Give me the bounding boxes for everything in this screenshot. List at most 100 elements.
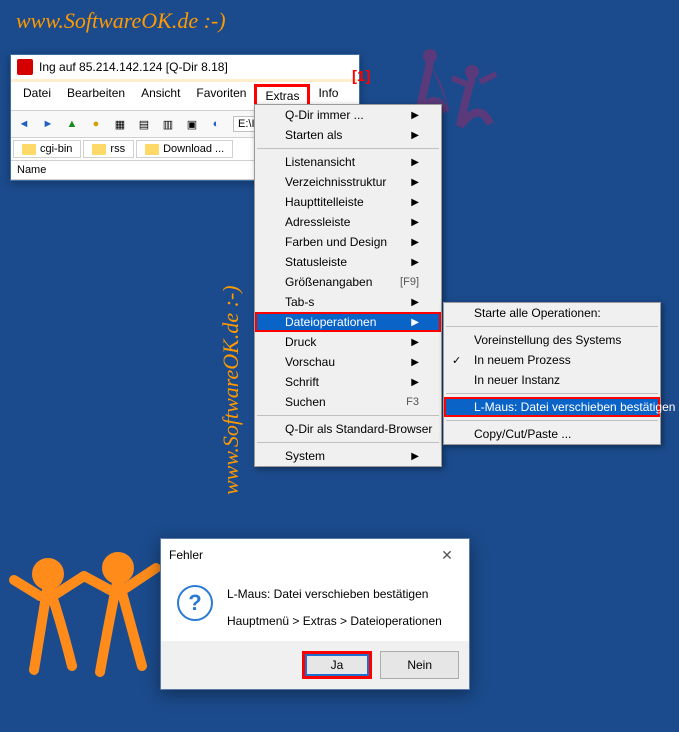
extras-menu: Q-Dir immer ... ▶ Starten als ▶ Listenansi… <box>254 104 442 467</box>
mi-label: System <box>285 449 325 463</box>
mi-label: Schrift <box>285 375 319 389</box>
layout1-icon[interactable]: ▦ <box>109 113 131 135</box>
mi-label: Q-Dir immer ... <box>285 108 364 122</box>
chevron-right-icon: ▶ <box>411 451 419 462</box>
tab-download[interactable]: Download ... <box>136 140 233 158</box>
mi-label: In neuer Instanz <box>474 373 560 387</box>
tab-rss[interactable]: rss <box>83 140 134 158</box>
smi-voreinstellung[interactable]: Voreinstellung des Systems <box>444 330 660 350</box>
nav-fwd-icon[interactable]: ► <box>37 113 59 135</box>
mi-verzeichnis[interactable]: Verzeichnisstruktur ▶ <box>255 172 441 192</box>
close-icon[interactable]: ✕ <box>433 545 461 565</box>
mi-starten-als[interactable]: Starten als ▶ <box>255 125 441 145</box>
error-dialog: Fehler ✕ ? L-Maus: Datei verschieben bes… <box>160 538 470 690</box>
layout3-icon[interactable]: ▥ <box>157 113 179 135</box>
smi-copycut[interactable]: Copy/Cut/Paste ... <box>444 424 660 444</box>
mi-druck[interactable]: Druck ▶ <box>255 332 441 352</box>
mi-qdir-immer[interactable]: Q-Dir immer ... ▶ <box>255 105 441 125</box>
chevron-right-icon: ▶ <box>411 130 419 141</box>
chevron-right-icon: ▶ <box>411 337 419 348</box>
menu-bearbeiten[interactable]: Bearbeiten <box>59 84 133 108</box>
mi-shortcut: F3 <box>406 396 419 408</box>
mi-farben[interactable]: Farben und Design ▶ <box>255 232 441 252</box>
smi-starte-alle[interactable]: Starte alle Operationen: <box>444 303 660 323</box>
watermark-side: www.SoftwareOK.de :-) <box>218 285 244 495</box>
globe-icon[interactable]: ● <box>85 113 107 135</box>
nein-button[interactable]: Nein <box>380 651 459 679</box>
app-icon <box>17 59 33 75</box>
smi-neuer-prozess[interactable]: ✓In neuem Prozess <box>444 350 660 370</box>
ja-button[interactable]: Ja <box>302 651 373 679</box>
nav-up-icon[interactable]: ▲ <box>61 113 83 135</box>
mi-label: Listenansicht <box>285 155 355 169</box>
menu-separator <box>446 326 658 327</box>
menu-ansicht[interactable]: Ansicht <box>133 84 188 108</box>
menu-favoriten[interactable]: Favoriten <box>188 84 254 108</box>
chevron-right-icon: ▶ <box>411 217 419 228</box>
mi-suchen[interactable]: Suchen F3 <box>255 392 441 412</box>
mi-label: In neuem Prozess <box>474 353 571 367</box>
smi-lmaus[interactable]: L-Maus: Datei verschieben bestätigen <box>444 397 660 417</box>
drive-icon[interactable]: ◐ <box>205 113 227 135</box>
mi-label: Tab-s <box>285 295 314 309</box>
mi-label: Copy/Cut/Paste ... <box>474 427 571 441</box>
tab-cgibin[interactable]: cgi-bin <box>13 140 81 158</box>
chevron-right-icon: ▶ <box>411 357 419 368</box>
mi-label: Statusleiste <box>285 255 347 269</box>
mi-stdbrowser[interactable]: Q-Dir als Standard-Browser▶ <box>255 419 441 439</box>
layout2-icon[interactable]: ▤ <box>133 113 155 135</box>
chevron-right-icon: ▶ <box>411 297 419 308</box>
nav-back-icon[interactable]: ◄ <box>13 113 35 135</box>
mi-dateiop[interactable]: Dateioperationen ▶ <box>255 312 441 332</box>
mi-label: Haupttitelleiste <box>285 195 364 209</box>
mi-label: Starten als <box>285 128 342 142</box>
mi-label: Q-Dir als Standard-Browser <box>285 422 432 436</box>
mi-haupttitel[interactable]: Haupttitelleiste ▶ <box>255 192 441 212</box>
mi-label: Verzeichnisstruktur <box>285 175 386 189</box>
mi-label: Farben und Design <box>285 235 387 249</box>
silhouette-dancers-bottom <box>6 540 176 730</box>
chevron-right-icon: ▶ <box>411 257 419 268</box>
annotation-1: [1] <box>352 68 370 85</box>
dialog-message: L-Maus: Datei verschieben bestätigen Hau… <box>227 585 442 631</box>
mi-adress[interactable]: Adressleiste▶ <box>255 212 441 232</box>
menu-separator <box>446 393 658 394</box>
mi-status[interactable]: Statusleiste ▶ <box>255 252 441 272</box>
mi-groessen[interactable]: Größenangaben[F9] <box>255 272 441 292</box>
chevron-right-icon: ▶ <box>411 197 419 208</box>
menu-separator <box>257 148 439 149</box>
mi-label: Voreinstellung des Systems <box>474 333 621 347</box>
chevron-right-icon: ▶ <box>411 110 419 121</box>
question-icon: ? <box>177 585 213 621</box>
menu-separator <box>257 415 439 416</box>
mi-system[interactable]: System ▶ <box>255 446 441 466</box>
dateiop-submenu: Starte alle Operationen: Voreinstellung … <box>443 302 661 445</box>
mi-label: Größenangaben <box>285 275 372 289</box>
mi-label: Druck <box>285 335 316 349</box>
tab-label: cgi-bin <box>40 143 72 155</box>
window-title: Ing auf 85.214.142.124 [Q-Dir 8.18] <box>39 60 228 74</box>
dialog-footer: Ja Nein <box>161 641 469 689</box>
smi-neue-instanz[interactable]: In neuer Instanz <box>444 370 660 390</box>
dialog-line2: Hauptmenü > Extras > Dateioperationen <box>227 612 442 631</box>
menu-separator <box>446 420 658 421</box>
mi-listenansicht[interactable]: Listenansicht ▶ <box>255 152 441 172</box>
dialog-line1: L-Maus: Datei verschieben bestätigen <box>227 585 442 604</box>
menu-datei[interactable]: Datei <box>15 84 59 108</box>
tab-label: Download ... <box>163 143 224 155</box>
layout4-icon[interactable]: ▣ <box>181 113 203 135</box>
mi-schrift[interactable]: Schrift▶ <box>255 372 441 392</box>
mi-label: Starte alle Operationen: <box>474 306 601 320</box>
chevron-right-icon: ▶ <box>411 157 419 168</box>
dialog-title: Fehler <box>169 548 203 562</box>
chevron-right-icon: ▶ <box>411 237 419 248</box>
mi-vorschau[interactable]: Vorschau ▶ <box>255 352 441 372</box>
mi-label: Dateioperationen <box>285 315 376 329</box>
mi-tabs[interactable]: Tab-s ▶ <box>255 292 441 312</box>
chevron-right-icon: ▶ <box>411 317 419 328</box>
titlebar: Ing auf 85.214.142.124 [Q-Dir 8.18] <box>11 55 359 82</box>
mi-label: Vorschau <box>285 355 335 369</box>
watermark-top: www.SoftwareOK.de :-) <box>16 8 226 34</box>
mi-label: Suchen <box>285 395 326 409</box>
chevron-right-icon: ▶ <box>411 177 419 188</box>
